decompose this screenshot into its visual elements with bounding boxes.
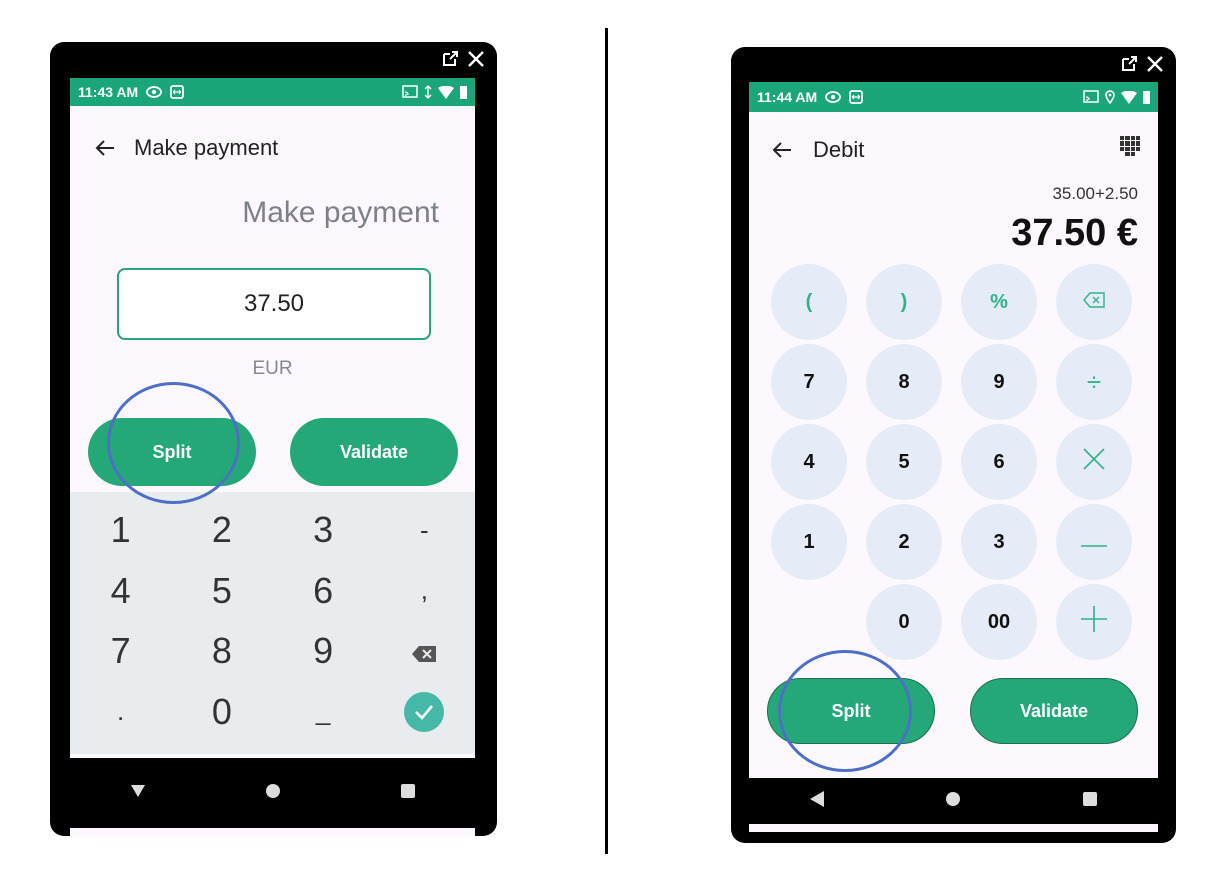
eye-icon xyxy=(146,86,163,98)
key-6[interactable]: 6 xyxy=(961,424,1037,500)
key-space[interactable]: _ xyxy=(273,682,374,743)
appbar-title: Debit xyxy=(813,137,865,162)
validate-button[interactable]: Validate xyxy=(290,418,458,486)
key-2[interactable]: 2 xyxy=(171,500,272,561)
battery-icon xyxy=(1143,90,1150,104)
nav-back-icon[interactable] xyxy=(810,790,825,812)
back-arrow-icon[interactable] xyxy=(94,137,116,159)
key-9[interactable]: 9 xyxy=(273,621,374,682)
nav-back-icon[interactable] xyxy=(130,784,145,803)
status-bar: 11:44 AM xyxy=(749,82,1158,112)
status-time: 11:43 AM xyxy=(78,84,139,100)
key-plus[interactable] xyxy=(1056,584,1132,660)
key-1[interactable]: 1 xyxy=(771,504,847,580)
wifi-icon xyxy=(438,85,454,99)
backspace-icon xyxy=(411,630,437,672)
app-bar: Make payment xyxy=(70,128,475,168)
key-0[interactable]: 0 xyxy=(171,682,272,743)
key-9[interactable]: 9 xyxy=(961,344,1037,420)
appbar-title: Make payment xyxy=(134,135,279,160)
cast-icon xyxy=(402,85,418,99)
eye-icon xyxy=(825,91,842,103)
split-button[interactable]: Split xyxy=(88,418,256,486)
key-7[interactable]: 7 xyxy=(771,344,847,420)
device-left: 11:43 AM Make payment Make payment 37.50… xyxy=(50,42,497,836)
validate-button[interactable]: Validate xyxy=(970,678,1138,744)
backspace-icon xyxy=(1083,291,1105,314)
key-4[interactable]: 4 xyxy=(70,561,171,622)
close-icon[interactable] xyxy=(1144,53,1166,75)
currency-label: EUR xyxy=(252,358,293,379)
window-controls xyxy=(1118,53,1166,75)
key-backspace[interactable] xyxy=(374,621,475,682)
minus-icon xyxy=(1081,531,1107,554)
nav-recents-icon[interactable] xyxy=(400,783,415,803)
nav-home-icon[interactable] xyxy=(265,783,280,803)
key-8[interactable]: 8 xyxy=(866,344,942,420)
device-right: 11:44 AM Debit 35.00+2.50 37.50 € () % … xyxy=(731,47,1176,843)
back-arrow-icon[interactable] xyxy=(771,139,793,161)
screen-right: 11:44 AM Debit 35.00+2.50 37.50 € () % … xyxy=(749,82,1158,832)
total-amount: 37.50 € xyxy=(1011,212,1138,254)
key-comma[interactable]: , xyxy=(374,561,475,622)
location-icon xyxy=(1105,90,1115,104)
popout-icon[interactable] xyxy=(439,48,461,70)
close-icon[interactable] xyxy=(465,48,487,70)
amount-input[interactable]: 37.50 xyxy=(117,268,431,340)
key-done[interactable] xyxy=(374,682,475,743)
key-3[interactable]: 3 xyxy=(961,504,1037,580)
key-00[interactable]: 00 xyxy=(961,584,1037,660)
key-backspace[interactable] xyxy=(1056,264,1132,340)
popout-icon[interactable] xyxy=(1118,53,1140,75)
key-percent[interactable]: % xyxy=(961,264,1037,340)
key-open-paren[interactable]: ( xyxy=(771,264,847,340)
app-bar: Debit xyxy=(749,130,1158,170)
status-bar: 11:43 AM xyxy=(70,78,475,106)
battery-icon xyxy=(460,85,467,99)
nav-recents-icon[interactable] xyxy=(1082,791,1097,811)
key-5[interactable]: 5 xyxy=(171,561,272,622)
window-controls xyxy=(439,48,487,70)
data-arrows-icon xyxy=(424,85,432,99)
key-5[interactable]: 5 xyxy=(866,424,942,500)
cast-icon xyxy=(1083,90,1099,104)
key-dot[interactable]: . xyxy=(70,682,171,743)
screen-left: 11:43 AM Make payment Make payment 37.50… xyxy=(70,78,475,836)
key-empty xyxy=(771,584,847,660)
key-2[interactable]: 2 xyxy=(866,504,942,580)
nav-bar xyxy=(749,778,1158,824)
teamviewer-icon xyxy=(170,85,185,99)
key-1[interactable]: 1 xyxy=(70,500,171,561)
key-6[interactable]: 6 xyxy=(273,561,374,622)
key-minus[interactable]: - xyxy=(374,500,475,561)
key-3[interactable]: 3 xyxy=(273,500,374,561)
nav-bar xyxy=(70,758,475,828)
expression-display: 35.00+2.50 xyxy=(1052,184,1138,203)
status-time: 11:44 AM xyxy=(757,89,818,105)
key-4[interactable]: 4 xyxy=(771,424,847,500)
key-8[interactable]: 8 xyxy=(171,621,272,682)
calculator-keypad: ( ) % 7 8 9 ÷ 4 5 6 1 2 3 0 00 xyxy=(771,264,1132,660)
plus-icon xyxy=(1081,606,1107,638)
key-7[interactable]: 7 xyxy=(70,621,171,682)
key-0[interactable]: 0 xyxy=(866,584,942,660)
key-divide[interactable]: ÷ xyxy=(1056,344,1132,420)
multiply-icon xyxy=(1082,447,1106,477)
numeric-keyboard: 1 2 3 - 4 5 6 , 7 8 9 . 0 _ xyxy=(70,492,475,754)
split-button[interactable]: Split xyxy=(767,678,935,744)
nav-home-icon[interactable] xyxy=(946,791,961,811)
check-icon xyxy=(404,691,445,732)
teamviewer-icon xyxy=(849,90,864,104)
keypad-grid-icon[interactable] xyxy=(1120,136,1140,156)
wifi-icon xyxy=(1121,90,1137,104)
key-minus[interactable] xyxy=(1056,504,1132,580)
key-multiply[interactable] xyxy=(1056,424,1132,500)
page-heading: Make payment xyxy=(242,196,439,229)
center-divider xyxy=(605,28,608,854)
key-close-paren[interactable]: ) xyxy=(866,264,942,340)
